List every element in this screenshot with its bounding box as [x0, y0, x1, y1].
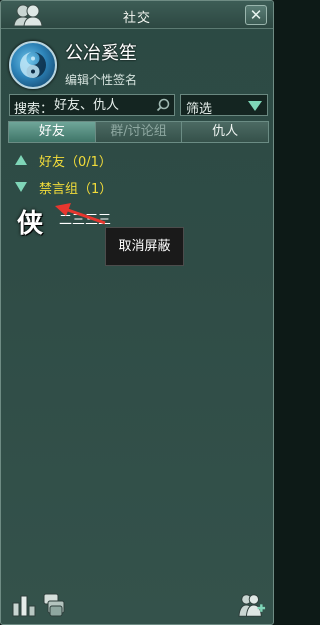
group-muted[interactable]: 禁言组（1）	[15, 178, 113, 197]
collapse-arrow-icon	[15, 155, 27, 165]
tab-friends[interactable]: 好友	[9, 122, 96, 142]
avatar-yinyang-icon	[20, 52, 46, 78]
search-box[interactable]: 搜索：	[9, 94, 175, 117]
tab-enemies[interactable]: 仇人	[182, 122, 269, 142]
unblock-menu-item[interactable]: 取消屏蔽	[105, 227, 184, 266]
add-friend-icon[interactable]	[238, 591, 266, 619]
class-emblem-icon: 侠	[17, 209, 44, 239]
close-icon: ✕	[249, 6, 263, 24]
group-label: 好友（0/1）	[39, 154, 112, 170]
ranking-icon[interactable]	[10, 591, 38, 619]
social-window: 社交 ✕ 公冶奚笙 编辑个性签名 搜索： 筛选 好友 群/讨论组 仇人	[0, 0, 274, 625]
filter-label: 筛选	[186, 102, 213, 117]
group-friends[interactable]: 好友（0/1）	[15, 151, 112, 170]
edit-signature-link[interactable]: 编辑个性签名	[65, 71, 137, 88]
expand-arrow-icon	[15, 182, 27, 192]
avatar[interactable]	[9, 41, 57, 89]
group-label: 禁言组（1）	[39, 181, 113, 197]
player-name: 公冶奚笙	[65, 43, 137, 64]
tab-groups[interactable]: 群/讨论组	[95, 122, 183, 142]
tab-bar: 好友 群/讨论组 仇人	[8, 121, 269, 143]
messages-icon[interactable]	[40, 591, 68, 619]
filter-dropdown[interactable]: 筛选	[180, 94, 268, 117]
dropdown-arrow-icon	[248, 101, 262, 111]
window-title: 社交	[122, 11, 151, 26]
search-icon[interactable]	[156, 98, 170, 112]
close-button[interactable]: ✕	[245, 5, 267, 25]
search-input[interactable]	[54, 96, 154, 114]
search-label: 搜索：	[14, 102, 54, 117]
annotation-arrow-icon	[55, 203, 106, 225]
title-bar[interactable]: 社交 ✕	[1, 1, 273, 29]
